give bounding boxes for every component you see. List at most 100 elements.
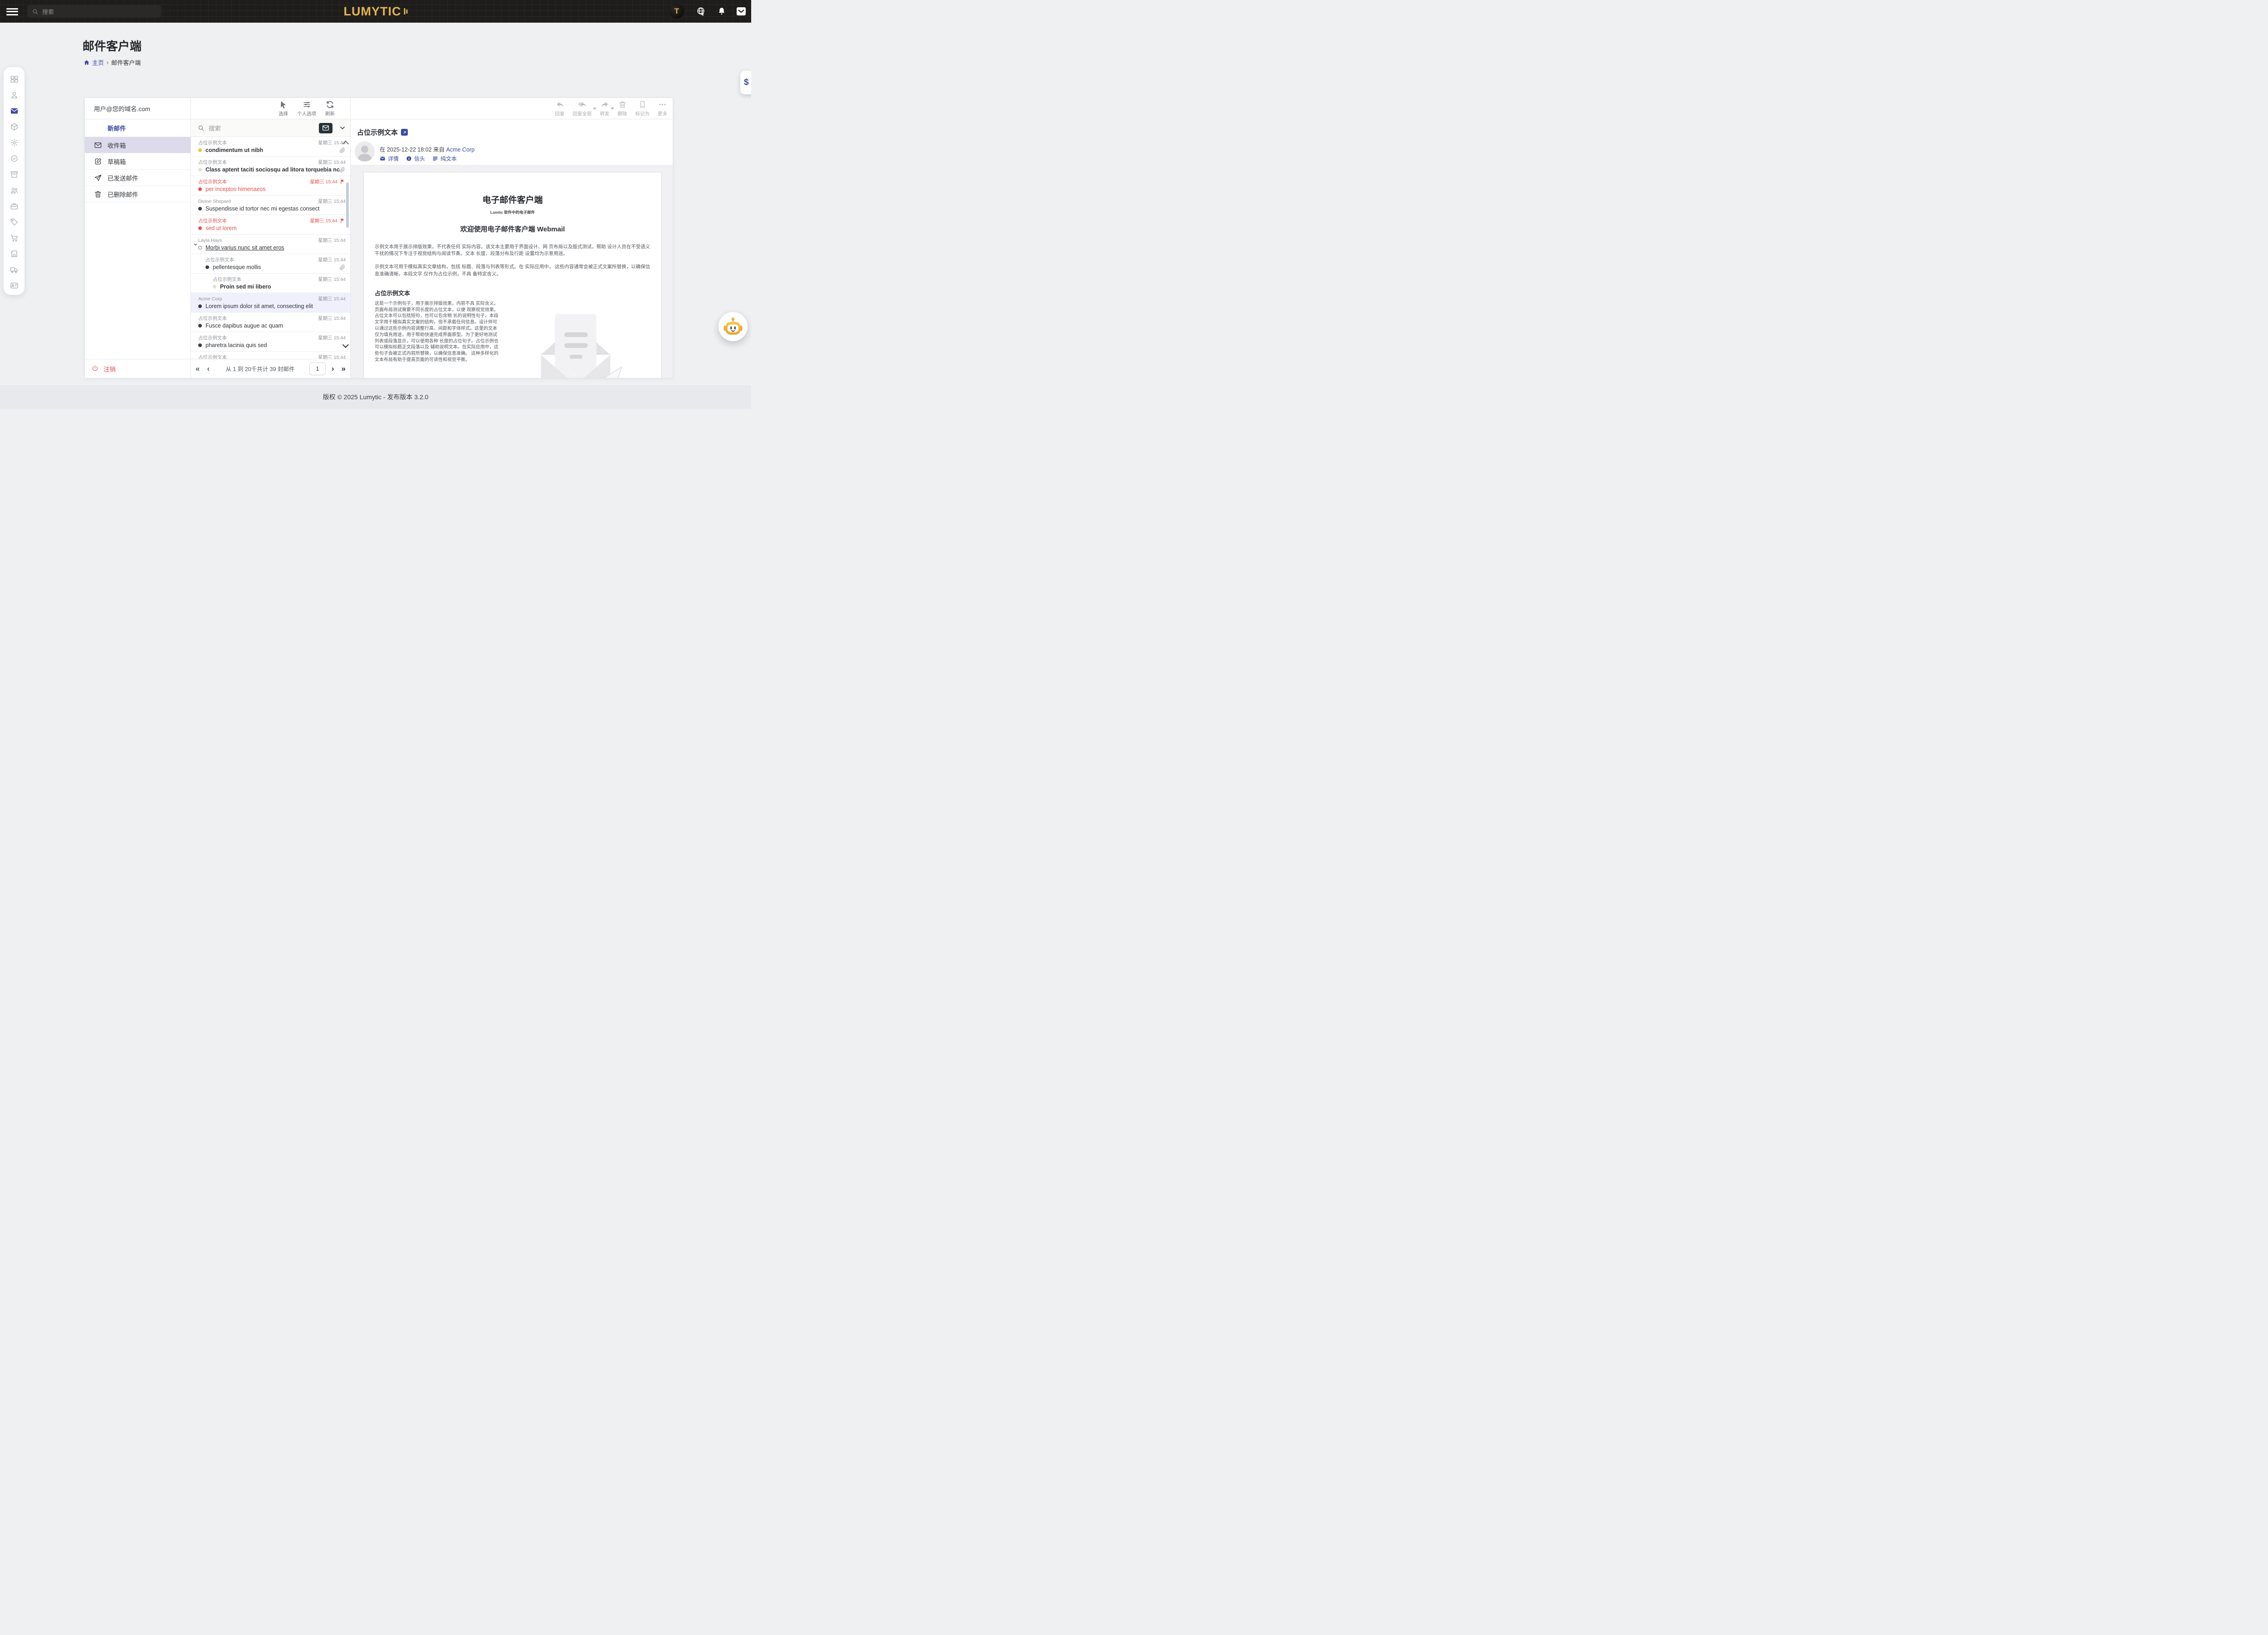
scroll-up-icon[interactable] — [343, 140, 348, 148]
info-icon — [406, 156, 412, 162]
message-row[interactable]: 占位示例文本 星期三 15:44 pellentesque mollis — [191, 254, 350, 274]
message-row[interactable]: 占位示例文本 星期三 15:44 Proin sed mi libero — [191, 274, 350, 293]
page-number-input[interactable]: 1 — [309, 362, 326, 375]
reader-reply-button[interactable]: 回复 — [555, 100, 565, 117]
message-subject: 占位示例文本 — [357, 127, 398, 137]
sidebar-item-dashboard[interactable] — [6, 71, 22, 87]
topbar-search-input[interactable]: 搜索 — [27, 5, 161, 18]
reader-trash-button[interactable]: 删除 — [618, 100, 627, 117]
sender-link[interactable]: Acme Corp — [446, 147, 475, 153]
sidebar-item-contacts[interactable] — [6, 87, 22, 103]
copyright-text: 版权 © 2025 Lumytic - 发布版本 3.2.0 — [323, 392, 429, 401]
scroll-down-icon[interactable] — [343, 341, 348, 349]
sidebar-item-services[interactable] — [6, 135, 22, 151]
notifications-bell-icon[interactable] — [717, 6, 727, 16]
mailFilled-icon — [380, 156, 386, 162]
idcard-icon — [10, 281, 19, 290]
archive-icon — [10, 170, 19, 179]
prev-page-button[interactable]: ‹ — [205, 365, 211, 372]
thread-collapse-icon[interactable] — [193, 242, 198, 247]
message-search-placeholder: 搜索 — [209, 123, 315, 132]
brand-logo-text: LUMYTIC — [344, 5, 401, 19]
message-详情-link[interactable]: 详情 — [380, 155, 399, 162]
message-row[interactable]: Acme Corp 星期三 15:44 Lorem ipsum dolor si… — [191, 293, 350, 313]
next-page-button[interactable]: › — [330, 365, 336, 372]
message-信头-link[interactable]: 信头 — [406, 155, 425, 162]
folder-send[interactable]: 已发送邮件 — [85, 170, 191, 186]
search-icon — [32, 8, 39, 15]
message-row[interactable]: Divine Shepard 星期三 15:44 Suspendisse id … — [191, 196, 350, 215]
folders-column: 用户@您的域名.com 新邮件 收件箱草稿箱已发送邮件已删除邮件 注销 — [85, 98, 191, 378]
reader-bookmark-button[interactable]: 标记为 — [635, 100, 650, 117]
mail-shortcut-icon[interactable] — [736, 6, 747, 17]
message-row[interactable]: 占位示例文本 星期三 15:44 per inceptos himenaeos — [191, 176, 350, 196]
last-page-button[interactable]: » — [340, 365, 347, 372]
sidebar-item-approvals[interactable] — [6, 151, 22, 166]
list-scrollbar[interactable] — [346, 182, 349, 228]
chatbot-robot-button[interactable] — [719, 312, 748, 341]
toolbar-sliders-button[interactable]: 个人选项 — [297, 100, 316, 117]
sidebar-item-logistics[interactable] — [6, 262, 22, 278]
sidebar-item-mail[interactable] — [6, 103, 22, 119]
brand-logo[interactable]: LUMYTIC — [344, 0, 408, 23]
sidebar-item-cards[interactable] — [6, 278, 22, 294]
refresh-icon — [326, 100, 334, 109]
email-paragraph-2: 示例文本可用于模拟真实文章结构，包括 标题、段落与列表等形式。在 实际应用中， … — [375, 264, 650, 277]
folder-draft[interactable]: 草稿箱 — [85, 153, 191, 170]
tag-icon — [10, 218, 19, 226]
bookmark-icon — [638, 100, 647, 109]
message-search-bar[interactable]: 搜索 — [191, 119, 350, 137]
status-dot — [198, 324, 202, 328]
briefcase-icon — [10, 202, 19, 210]
message-row[interactable]: 占位示例文本 星期三 15:44 Class aptent taciti soc… — [191, 157, 350, 176]
message-body-area: 电子邮件客户端 Lumtic 软件中的电子邮件 欢迎使用电子邮件客户端 Webm… — [351, 165, 673, 378]
compose-button[interactable]: 新邮件 — [85, 119, 191, 137]
lines-icon — [432, 156, 438, 162]
sliders-icon — [303, 100, 311, 109]
reader-forward-button[interactable]: 转发 — [600, 100, 610, 117]
send-icon — [94, 174, 102, 182]
sidebar-item-tags[interactable] — [6, 214, 22, 230]
message-row[interactable]: 占位示例文本 星期三 15:44 sed ut lorem — [191, 215, 350, 235]
language-globe-icon[interactable] — [696, 6, 706, 16]
toolbar-cursor-button[interactable]: 选择 — [279, 100, 288, 117]
user-avatar[interactable]: T — [670, 4, 684, 19]
reply-icon — [556, 100, 564, 109]
message-row[interactable]: Layla Hays 星期三 15:44 Morbi varius nunc s… — [191, 235, 350, 254]
logout-button[interactable]: 注销 — [85, 359, 191, 378]
message-header: 占位示例文本 在 2025-12-22 18:02 来自 Acme Corp 详… — [351, 119, 673, 165]
sidebar-item-users[interactable] — [6, 182, 22, 198]
sidebar-item-archive[interactable] — [6, 166, 22, 182]
message-row[interactable]: 占位示例文本 星期三 15:44 pharetra lacinia quis s… — [191, 332, 350, 352]
top-navbar: 搜索 LUMYTIC T — [0, 0, 751, 23]
folder-inbox[interactable]: 收件箱 — [85, 137, 191, 153]
message-row[interactable]: 占位示例文本 星期三 15:44 condimentum ut nibh — [191, 137, 350, 157]
dropdown-caret-icon[interactable] — [593, 108, 596, 110]
first-page-button[interactable]: « — [194, 365, 201, 372]
dropdown-caret-icon[interactable] — [611, 108, 614, 110]
message-纯文本-link[interactable]: 纯文本 — [432, 155, 457, 162]
reader-replyAll-button[interactable]: 回复全部 — [573, 100, 592, 117]
user-icon — [10, 91, 19, 99]
breadcrumb-home-link[interactable]: 主页 — [83, 58, 104, 67]
home-icon — [83, 59, 90, 66]
message-row[interactable]: 占位示例文本 星期三 15:44 Fusce dapibus augue ac … — [191, 313, 350, 332]
open-in-new-window-icon[interactable] — [401, 129, 408, 136]
email-heading: 欢迎使用电子邮件客户端 Webmail — [375, 224, 650, 234]
menu-icon[interactable] — [6, 6, 18, 16]
ellipsis-icon — [658, 100, 667, 109]
email-subtitle: Lumtic 软件中的电子邮件 — [375, 210, 650, 215]
sidebar-item-store[interactable] — [6, 246, 22, 262]
sidebar-item-business[interactable] — [6, 198, 22, 214]
search-options-caret-icon[interactable] — [339, 125, 346, 131]
toolbar-refresh-button[interactable]: 刷新 — [325, 100, 335, 117]
reader-ellipsis-button[interactable]: 更多 — [658, 100, 667, 117]
folder-trash[interactable]: 已删除邮件 — [85, 186, 191, 202]
account-email: 用户@您的域名.com — [85, 104, 150, 113]
grid-icon — [10, 75, 19, 83]
sidebar-item-orders[interactable] — [6, 230, 22, 246]
scope-envelope-button[interactable] — [319, 123, 332, 133]
page-title: 邮件客户端 — [83, 37, 142, 54]
billing-side-tab[interactable]: $ — [740, 71, 751, 94]
sidebar-item-products[interactable] — [6, 119, 22, 135]
